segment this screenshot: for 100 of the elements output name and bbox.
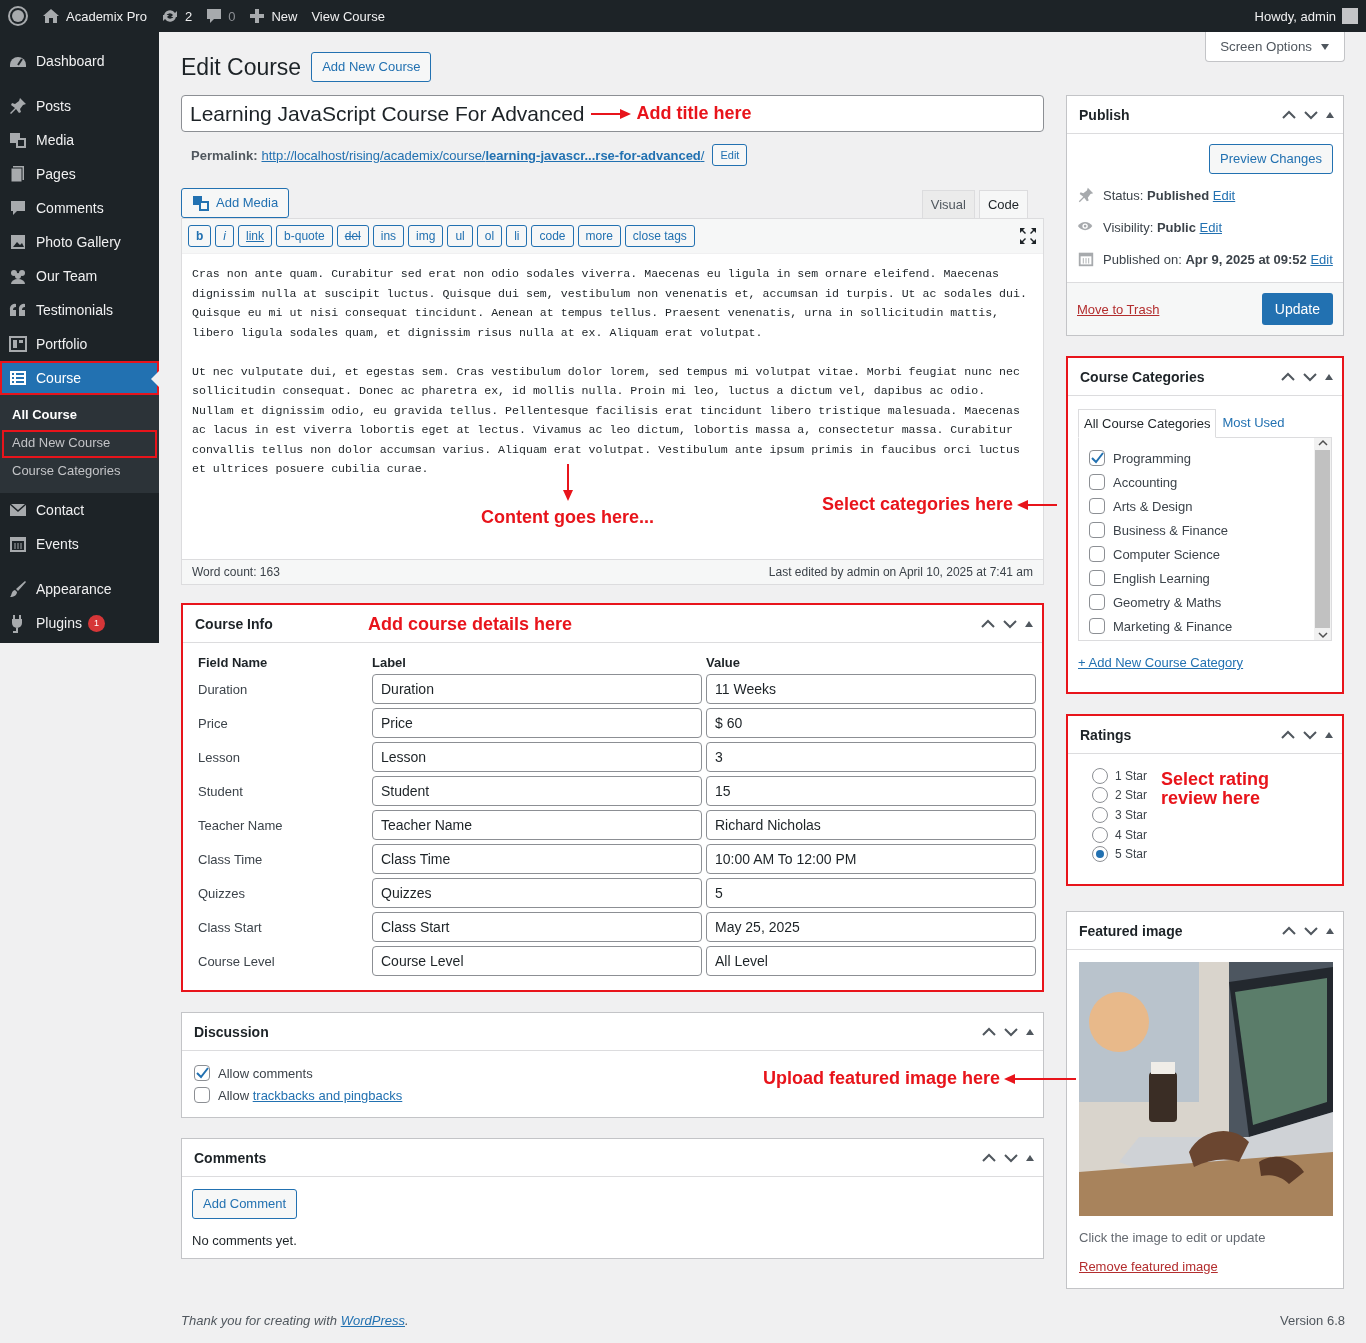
toolbar-button[interactable]: more bbox=[577, 225, 621, 247]
chevron-down-icon bbox=[1317, 630, 1328, 640]
checkbox[interactable] bbox=[1089, 498, 1105, 514]
menu-item[interactable]: Our Team bbox=[0, 259, 159, 293]
toolbar-button[interactable]: close tags bbox=[624, 225, 695, 247]
edit-link[interactable]: Edit bbox=[1212, 187, 1236, 203]
value-field[interactable]: 10:00 AM To 12:00 PM bbox=[706, 844, 1036, 874]
update-count[interactable]: 2 bbox=[184, 8, 193, 24]
radio-button[interactable] bbox=[1092, 767, 1108, 784]
publish-info-text: Visibility: Public Edit bbox=[1103, 219, 1222, 235]
value-field[interactable]: 15 bbox=[706, 776, 1036, 806]
toolbar-button[interactable]: code bbox=[531, 225, 574, 247]
menu-item[interactable]: Events bbox=[0, 527, 159, 561]
category-label: Programming bbox=[1113, 450, 1192, 466]
menu-item[interactable]: Photo Gallery bbox=[0, 225, 159, 259]
menu-item[interactable]: Comments bbox=[0, 191, 159, 225]
radio-button[interactable] bbox=[1092, 846, 1108, 863]
edit-button[interactable]: Edit bbox=[712, 144, 748, 166]
value-field[interactable]: All Level bbox=[706, 946, 1036, 976]
checkbox[interactable] bbox=[1089, 474, 1105, 490]
editor-tab[interactable]: Code bbox=[978, 190, 1028, 218]
title-field[interactable]: Learning JavaScript Course For Advanced Add title here bbox=[181, 95, 1044, 132]
menu-item[interactable]: Appearance bbox=[0, 572, 159, 606]
category-label: Accounting bbox=[1113, 474, 1178, 490]
field-name: Duration bbox=[198, 681, 249, 697]
label-field[interactable]: Quizzes bbox=[372, 878, 702, 908]
value-field[interactable]: 3 bbox=[706, 742, 1036, 772]
view-link[interactable]: View Course bbox=[311, 8, 385, 24]
menu-item[interactable]: Portfolio bbox=[0, 327, 159, 361]
toolbar-button[interactable]: ul bbox=[447, 225, 473, 247]
trash-link[interactable]: Move to Trash bbox=[1077, 301, 1160, 317]
label-field[interactable]: Class Start bbox=[372, 912, 702, 942]
menu-item[interactable]: Posts bbox=[0, 89, 159, 123]
field-name: Lesson bbox=[198, 749, 241, 765]
edit-link[interactable]: Edit bbox=[1199, 219, 1222, 235]
toolbar-button[interactable]: i bbox=[215, 225, 234, 247]
label-field[interactable]: Lesson bbox=[372, 742, 702, 772]
checkbox[interactable] bbox=[194, 1087, 210, 1103]
menu-item[interactable]: Pages bbox=[0, 157, 159, 191]
toolbar-button[interactable]: img bbox=[408, 225, 444, 247]
menu-item[interactable]: Media bbox=[0, 123, 159, 157]
category-tab[interactable]: Most Used bbox=[1216, 408, 1291, 437]
checkbox[interactable] bbox=[1089, 594, 1105, 610]
new-link[interactable]: New bbox=[271, 8, 298, 24]
value-field[interactable]: Richard Nicholas bbox=[706, 810, 1036, 840]
value-field[interactable]: May 25, 2025 bbox=[706, 912, 1036, 942]
label-field[interactable]: Duration bbox=[372, 674, 702, 704]
editor-tab[interactable]: Visual bbox=[921, 190, 975, 218]
add-new-button[interactable]: Add New Course bbox=[311, 52, 432, 82]
radio-button[interactable] bbox=[1092, 787, 1108, 804]
checkbox[interactable] bbox=[1089, 570, 1105, 586]
edit-link[interactable]: Edit bbox=[1310, 251, 1333, 267]
screen-options-button[interactable]: Screen Options bbox=[1205, 32, 1345, 62]
category-label: Geometry & Maths bbox=[1113, 594, 1222, 610]
value-field[interactable]: 11 Weeks bbox=[706, 674, 1036, 704]
add-media-button[interactable]: Add Media bbox=[181, 188, 290, 218]
label-field[interactable]: Class Time bbox=[372, 844, 702, 874]
menu-item[interactable]: Course bbox=[0, 361, 159, 395]
add-comment-button[interactable]: Add Comment bbox=[192, 1189, 298, 1219]
category-tab[interactable]: All Course Categories bbox=[1078, 409, 1217, 438]
toolbar-button[interactable]: del bbox=[336, 225, 369, 247]
footer-link[interactable]: WordPress bbox=[340, 1313, 405, 1328]
checkbox[interactable] bbox=[1089, 546, 1105, 562]
update-button[interactable]: Update bbox=[1261, 293, 1333, 325]
label-field[interactable]: Student bbox=[372, 776, 702, 806]
toolbar-button[interactable]: b bbox=[188, 225, 212, 247]
check-icon bbox=[195, 1066, 209, 1080]
value-field[interactable]: $ 60 bbox=[706, 708, 1036, 738]
label-field[interactable]: Course Level bbox=[372, 946, 702, 976]
toolbar-button[interactable]: link bbox=[238, 225, 273, 247]
add-category-link[interactable]: + Add New Course Category bbox=[1078, 655, 1332, 682]
permalink-link[interactable]: http://localhost/rising/academix/course/learning-javascr...rse-for-advanced/ bbox=[261, 147, 705, 163]
checkbox[interactable] bbox=[1089, 618, 1105, 634]
checkbox[interactable] bbox=[1089, 522, 1105, 538]
remove-image-link[interactable]: Remove featured image bbox=[1079, 1259, 1218, 1274]
checkbox[interactable] bbox=[1089, 450, 1105, 466]
menu-item[interactable]: Dashboard bbox=[0, 44, 159, 78]
checkbox[interactable] bbox=[194, 1065, 210, 1081]
page-title: Edit Course bbox=[181, 53, 302, 81]
toolbar-button[interactable]: li bbox=[506, 225, 528, 247]
radio-button[interactable] bbox=[1092, 826, 1108, 843]
scrollbar[interactable] bbox=[1314, 438, 1331, 640]
toolbar-button[interactable]: ins bbox=[372, 225, 405, 247]
submenu-item[interactable]: Course Categories bbox=[2, 458, 157, 486]
menu-item[interactable]: Plugins 1 bbox=[0, 606, 159, 640]
preview-button[interactable]: Preview Changes bbox=[1209, 144, 1333, 174]
radio-button[interactable] bbox=[1092, 807, 1108, 823]
submenu-item[interactable]: All Course bbox=[2, 402, 157, 430]
value-field[interactable]: 5 bbox=[706, 878, 1036, 908]
toolbar-button[interactable]: ol bbox=[476, 225, 503, 247]
label-field[interactable]: Teacher Name bbox=[372, 810, 702, 840]
comment-count[interactable]: 0 bbox=[228, 8, 236, 24]
menu-item[interactable]: Contact bbox=[0, 493, 159, 527]
toolbar-button[interactable]: b-quote bbox=[276, 225, 333, 247]
option-link[interactable]: trackbacks and pingbacks bbox=[252, 1087, 403, 1103]
greeting-text[interactable]: Howdy, admin bbox=[1254, 8, 1336, 24]
site-name-link[interactable]: Academix Pro bbox=[66, 8, 147, 24]
label-field[interactable]: Price bbox=[372, 708, 702, 738]
submenu-item[interactable]: Add New Course bbox=[2, 430, 157, 458]
menu-item[interactable]: Testimonials bbox=[0, 293, 159, 327]
